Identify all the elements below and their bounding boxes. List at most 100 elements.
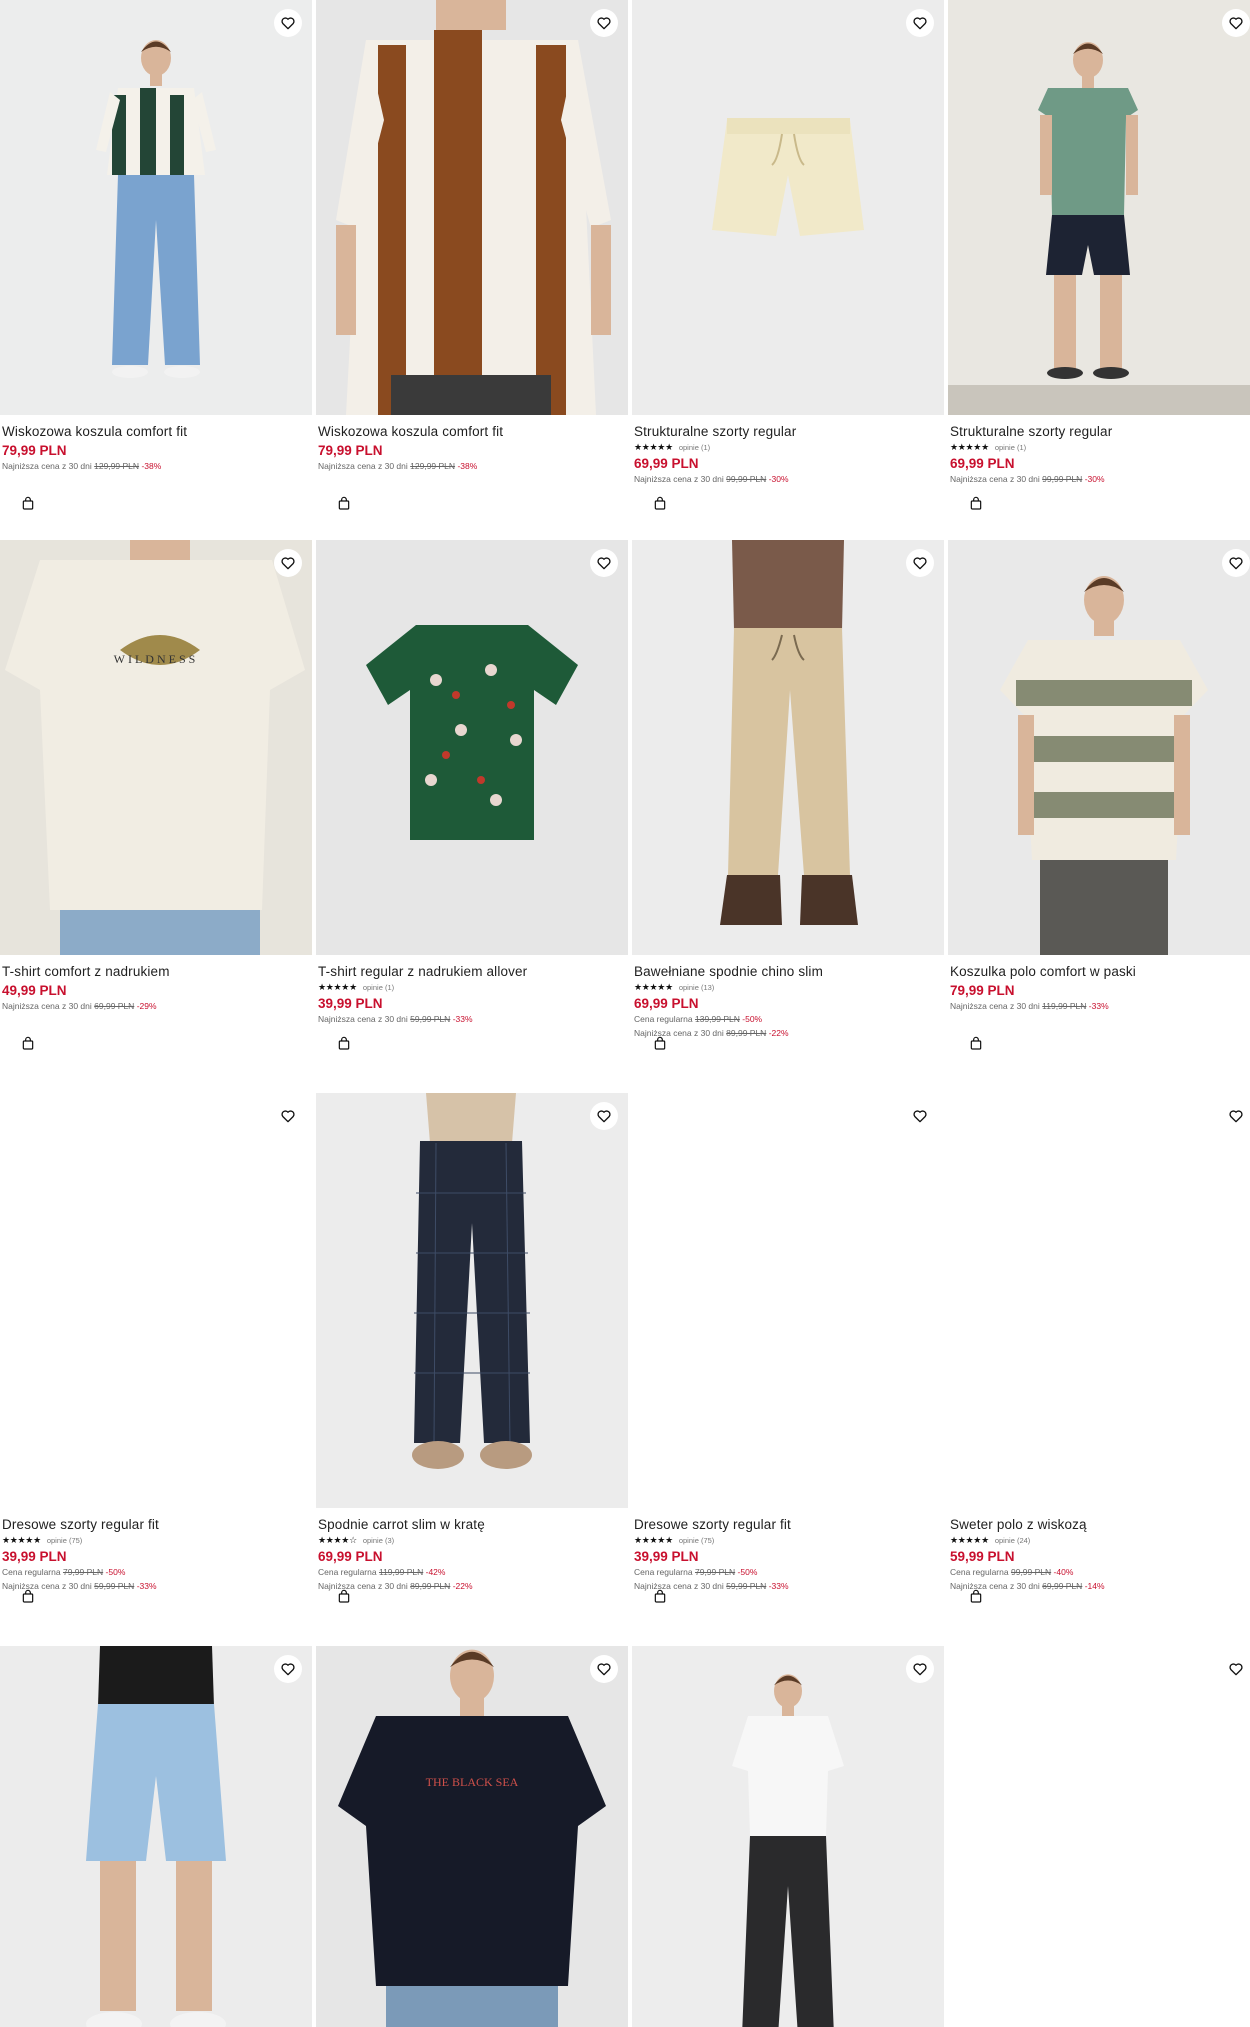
- shopping-bag-icon[interactable]: [12, 487, 44, 519]
- discount-badge: -30%: [768, 474, 789, 484]
- price-note: Najniższa cena z 30 dni 99,99 PLN -30%: [634, 472, 942, 486]
- review-count[interactable]: opinie (1): [363, 983, 394, 993]
- price-note: Najniższa cena z 30 dni 69,99 PLN -14%: [950, 1579, 1250, 1593]
- product-name[interactable]: Wiskozowa koszula comfort fit: [318, 423, 626, 440]
- shopping-bag-icon[interactable]: [644, 487, 676, 519]
- product-name[interactable]: Koszulka polo comfort w paski: [950, 963, 1250, 980]
- product-name[interactable]: Strukturalne szorty regular: [950, 423, 1250, 440]
- shopping-bag-icon[interactable]: [328, 1027, 360, 1059]
- price-note-label: Najniższa cena z 30 dni: [2, 1001, 92, 1011]
- product-image[interactable]: THE BLACK SEA: [316, 1646, 628, 2027]
- product-image[interactable]: [0, 1646, 312, 2027]
- review-count[interactable]: opinie (1): [679, 443, 710, 453]
- product-card[interactable]: THE BLACK SEA: [316, 1646, 628, 2027]
- heart-icon[interactable]: [274, 1655, 302, 1683]
- discount-badge: -33%: [452, 1014, 473, 1024]
- product-card[interactable]: [948, 1646, 1250, 2027]
- product-price: 69,99 PLN: [318, 1549, 383, 1564]
- heart-icon[interactable]: [590, 1102, 618, 1130]
- discount-badge: -40%: [1053, 1567, 1074, 1577]
- product-card[interactable]: Koszulka polo comfort w paski 79,99 PLN N…: [948, 540, 1250, 1070]
- product-image[interactable]: [948, 1646, 1250, 2027]
- old-price: 59,99 PLN: [410, 1014, 451, 1024]
- product-image[interactable]: [632, 540, 944, 955]
- heart-icon[interactable]: [1222, 549, 1250, 577]
- product-image[interactable]: [632, 1646, 944, 2027]
- product-image[interactable]: [632, 0, 944, 415]
- product-card[interactable]: Wiskozowa koszula comfort fit 79,99 PLN N…: [0, 0, 312, 530]
- product-card[interactable]: Spodnie carrot slim w kratę ★★★★☆ opinie…: [316, 1093, 628, 1623]
- product-card[interactable]: Strukturalne szorty regular ★★★★★ opinie…: [948, 0, 1250, 530]
- price-note-label: Cena regularna: [318, 1567, 377, 1577]
- product-image[interactable]: [0, 0, 312, 415]
- heart-icon[interactable]: [590, 549, 618, 577]
- star-icon: ★★★★★: [318, 982, 357, 993]
- review-count[interactable]: opinie (3): [363, 1536, 394, 1546]
- old-price: 139,99 PLN: [694, 1014, 740, 1024]
- product-card[interactable]: WILDNESS T-shirt comfort z nadrukiem 49,9…: [0, 540, 312, 1070]
- shopping-bag-icon[interactable]: [328, 487, 360, 519]
- rating: ★★★★☆ opinie (3): [318, 1535, 626, 1546]
- product-name[interactable]: T-shirt comfort z nadrukiem: [2, 963, 310, 980]
- product-name[interactable]: Bawełniane spodnie chino slim: [634, 963, 942, 980]
- heart-icon[interactable]: [274, 1102, 302, 1130]
- product-image[interactable]: [948, 540, 1250, 955]
- product-card[interactable]: Dresowe szorty regular fit ★★★★★ opinie …: [0, 1093, 312, 1623]
- review-count[interactable]: opinie (1): [995, 443, 1026, 453]
- product-name[interactable]: Dresowe szorty regular fit: [634, 1516, 942, 1533]
- price-note-label: Najniższa cena z 30 dni: [318, 1014, 408, 1024]
- product-image[interactable]: [948, 1093, 1250, 1508]
- product-name[interactable]: T-shirt regular z nadrukiem allover: [318, 963, 626, 980]
- product-name[interactable]: Wiskozowa koszula comfort fit: [2, 423, 310, 440]
- product-name[interactable]: Strukturalne szorty regular: [634, 423, 942, 440]
- review-count[interactable]: opinie (24): [995, 1536, 1030, 1546]
- star-icon: ★★★★☆: [318, 1535, 357, 1546]
- product-card[interactable]: T-shirt regular z nadrukiem allover ★★★★…: [316, 540, 628, 1070]
- product-card[interactable]: Bawełniane spodnie chino slim ★★★★★ opin…: [632, 540, 944, 1070]
- price-note-label: Najniższa cena z 30 dni: [950, 1001, 1040, 1011]
- heart-icon[interactable]: [906, 549, 934, 577]
- price-note: Najniższa cena z 30 dni 119,99 PLN -33%: [950, 999, 1250, 1013]
- review-count[interactable]: opinie (75): [47, 1536, 82, 1546]
- product-price: 39,99 PLN: [318, 996, 383, 1011]
- product-name[interactable]: Sweter polo z wiskozą: [950, 1516, 1250, 1533]
- product-image[interactable]: [316, 540, 628, 955]
- rating: ★★★★★ opinie (75): [634, 1535, 942, 1546]
- shopping-bag-icon[interactable]: [960, 487, 992, 519]
- product-card[interactable]: Strukturalne szorty regular ★★★★★ opinie…: [632, 0, 944, 530]
- price-note: Najniższa cena z 30 dni 59,99 PLN -33%: [634, 1579, 942, 1593]
- heart-icon[interactable]: [590, 1655, 618, 1683]
- product-image[interactable]: [316, 0, 628, 415]
- price-note: Cena regularna 79,99 PLN -50%: [2, 1565, 310, 1579]
- star-icon: ★★★★★: [2, 1535, 41, 1546]
- heart-icon[interactable]: [906, 1102, 934, 1130]
- product-info: Dresowe szorty regular fit ★★★★★ opinie …: [634, 1516, 942, 1593]
- heart-icon[interactable]: [906, 1655, 934, 1683]
- product-name[interactable]: Spodnie carrot slim w kratę: [318, 1516, 626, 1533]
- heart-icon[interactable]: [590, 9, 618, 37]
- heart-icon[interactable]: [1222, 1655, 1250, 1683]
- heart-icon[interactable]: [274, 549, 302, 577]
- product-image[interactable]: [0, 1093, 312, 1508]
- shopping-bag-icon[interactable]: [12, 1027, 44, 1059]
- heart-icon[interactable]: [906, 9, 934, 37]
- product-name[interactable]: Dresowe szorty regular fit: [2, 1516, 310, 1533]
- review-count[interactable]: opinie (13): [679, 983, 714, 993]
- product-image[interactable]: [632, 1093, 944, 1508]
- product-card[interactable]: Dresowe szorty regular fit ★★★★★ opinie …: [632, 1093, 944, 1623]
- heart-icon[interactable]: [1222, 1102, 1250, 1130]
- product-card[interactable]: Wiskozowa koszula comfort fit 79,99 PLN N…: [316, 0, 628, 530]
- product-card[interactable]: [0, 1646, 312, 2027]
- product-card[interactable]: Sweter polo z wiskozą ★★★★★ opinie (24) …: [948, 1093, 1250, 1623]
- heart-icon[interactable]: [1222, 9, 1250, 37]
- product-card[interactable]: [632, 1646, 944, 2027]
- shopping-bag-icon[interactable]: [960, 1027, 992, 1059]
- heart-icon[interactable]: [274, 9, 302, 37]
- product-info: Dresowe szorty regular fit ★★★★★ opinie …: [2, 1516, 310, 1593]
- product-image[interactable]: WILDNESS: [0, 540, 312, 955]
- review-count[interactable]: opinie (75): [679, 1536, 714, 1546]
- discount-badge: -42%: [425, 1567, 446, 1577]
- product-image[interactable]: [316, 1093, 628, 1508]
- product-price: 79,99 PLN: [950, 983, 1015, 998]
- product-image[interactable]: [948, 0, 1250, 415]
